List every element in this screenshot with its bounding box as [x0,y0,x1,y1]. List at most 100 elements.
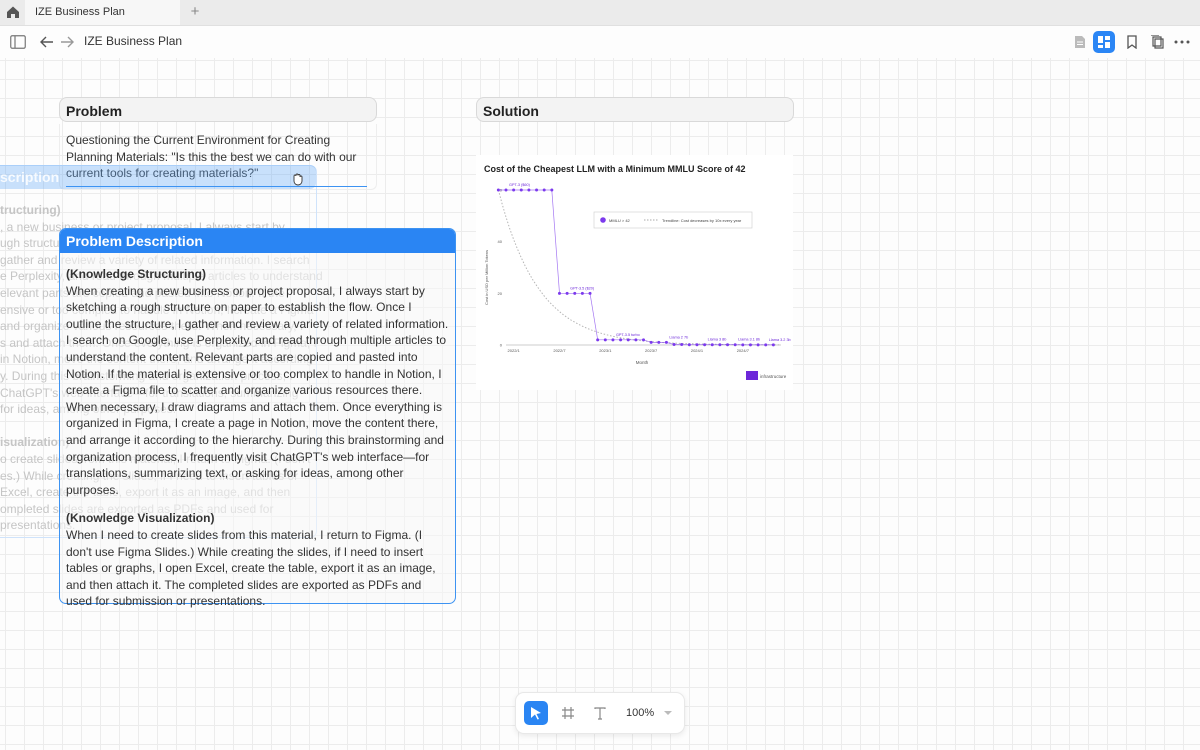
chart-data-point [557,291,561,295]
chart-data-point [748,343,752,347]
chart-data-point [687,343,691,347]
bottom-toolbar: 100% [515,692,685,734]
chart-source-label: infrastructure [760,374,787,379]
solution-card-header[interactable]: Solution [476,97,794,122]
tab-bar: IZE Business Plan + [0,0,1200,26]
chart-data-point [680,342,684,346]
chart-x-axis-label: Month [636,360,649,365]
ghost-underline [66,186,367,187]
chart-data-point [580,291,584,295]
tab-ize-business-plan[interactable]: IZE Business Plan [25,0,180,25]
chart-data-point [519,188,523,192]
chart-data-point [695,343,699,347]
chart-x-tick-label: 2022/7 [553,348,566,353]
cursor-arrow-icon [531,707,541,720]
chart-data-point [588,291,592,295]
chart-annotation-label: Llama 3.2 3b [769,338,791,342]
toolbar: IZE Business Plan [0,26,1200,58]
section1-body: When creating a new business or project … [66,283,449,497]
chart-x-tick-label: 2022/1 [508,348,521,353]
chart-source-logo: infrastructure [746,371,787,380]
more-options-icon[interactable] [1173,33,1191,51]
cost-chart-image[interactable]: Cost of the Cheapest LLM with a Minimum … [476,155,793,390]
text-tool-button[interactable] [588,701,612,725]
section2-heading: (Knowledge Visualization) [66,511,215,526]
text-icon [594,706,606,720]
chart-data-point [512,188,516,192]
chart-data-point [756,343,760,347]
chart-data-point [634,338,638,342]
chart-data-point [726,343,730,347]
chart-data-point [710,343,714,347]
chart-data-point [535,188,539,192]
chart-data-point [619,338,623,342]
sidebar-toggle-icon[interactable] [9,33,27,51]
home-icon[interactable] [4,3,22,21]
chart-data-point [496,188,500,192]
chart-data-point [626,338,630,342]
chart-data-point [771,343,775,347]
new-tab-button[interactable]: + [188,2,202,22]
zoom-dropdown[interactable]: 100% [626,701,674,725]
chart-x-tick-label: 2023/1 [599,348,612,353]
chart-data-point [649,340,653,344]
legend-entry-trendline: Trendline: Cost decreases by 10x every y… [662,218,742,223]
problem-title: Problem [66,103,123,119]
chart-data-point [718,343,722,347]
layers-icon[interactable] [1148,33,1166,51]
document-view-icon[interactable] [1071,33,1089,51]
cost-chart-svg: Cost of the Cheapest LLM with a Minimum … [484,164,791,380]
problem-card-header[interactable]: Problem [59,97,377,122]
chart-annotation-label: Llama 3 8b [708,338,727,342]
chart-data-point [657,340,661,344]
chart-legend: MMLU > 42 Trendline: Cost decreases by 1… [593,211,753,229]
chart-data-point [733,343,737,347]
problem-description-title: Problem Description [66,233,203,249]
chart-data-point [664,340,668,344]
frame-icon [562,707,574,719]
canvas-view-icon[interactable] [1093,31,1115,53]
chart-data-point [527,188,531,192]
chart-x-tick-label: 2024/1 [691,348,704,353]
chart-data-point [504,188,508,192]
document-title: IZE Business Plan [84,34,183,48]
chart-x-tick-label: 2023/7 [645,348,658,353]
chart-data-point [565,291,569,295]
chart-data-point [764,343,768,347]
chart-annotation-label: GPT-3.5 turbo [616,333,640,337]
ghost-text-line: tructuring) [0,203,61,217]
chart-data-point [703,343,707,347]
solution-title: Solution [483,103,539,119]
section1-heading: (Knowledge Structuring) [66,267,206,281]
chart-data-point [672,342,676,346]
chart-annotation-label: GPT-3.5 ($20) [570,286,595,290]
chart-y-axis-label: Cost in USD per Million Tokens [484,250,489,305]
chart-data-point [550,188,554,192]
chart-y-tick-label: 0 [500,343,503,348]
chart-data-point [596,338,600,342]
legend-entry-series: MMLU > 42 [609,218,631,223]
chart-title: Cost of the Cheapest LLM with a Minimum … [484,164,746,174]
chart-annotation-label: Llama 3.1 8b [738,338,760,342]
frame-tool-button[interactable] [556,701,580,725]
chart-data-point [573,291,577,295]
chart-data-point [542,188,546,192]
chart-data-point [741,343,745,347]
bookmark-icon[interactable] [1123,33,1141,51]
problem-description-card[interactable]: Problem Description (Knowledge Structuri… [59,228,456,608]
chart-x-tick-label: 2024/7 [737,348,750,353]
chart-annotation-label: Llama 2 7b [669,335,688,339]
problem-description-text: (Knowledge Structuring) When creating a … [66,266,450,610]
forward-arrow-icon[interactable] [58,33,76,51]
chart-data-point [603,338,607,342]
zoom-level: 100% [626,707,655,719]
chart-y-tick-label: 20 [498,291,503,296]
select-tool-button[interactable] [524,701,548,725]
drag-hand-cursor-icon [291,172,305,191]
ghost-card-title: scription [0,169,60,185]
problem-description-header[interactable]: Problem Description [60,229,455,253]
back-arrow-icon[interactable] [38,33,56,51]
chart-y-tick-label: 40 [498,239,503,244]
chart-annotation-label: GPT-3 ($60) [509,183,531,187]
section2-body: When I need to create slides from this m… [66,527,436,609]
